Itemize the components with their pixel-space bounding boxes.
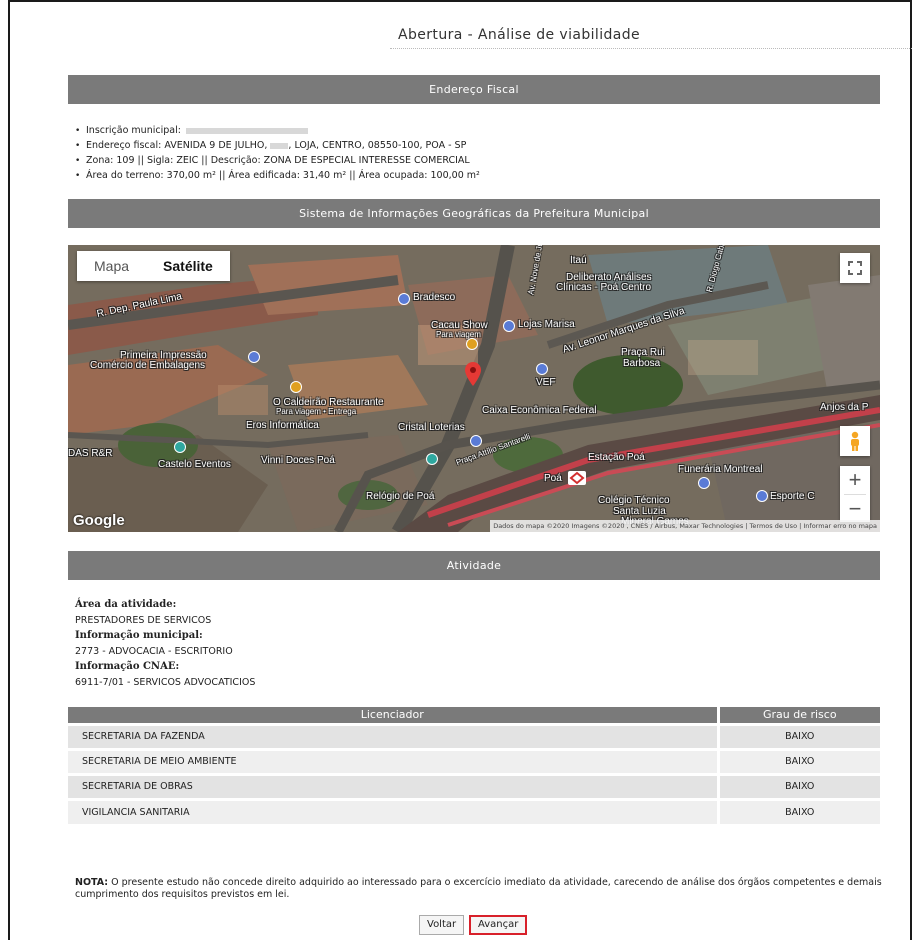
shop-marker-icon[interactable]: [248, 351, 260, 363]
restaurant-marker-icon[interactable]: [466, 338, 478, 350]
lottery-marker-icon[interactable]: [470, 435, 482, 447]
info-cnae-value: 6911-7/01 - SERVICOS ADVOCATICIOS: [75, 676, 256, 688]
park-marker-icon[interactable]: [426, 453, 438, 465]
cell-grau-risco: BAIXO: [716, 797, 880, 824]
fullscreen-button[interactable]: [840, 253, 870, 283]
disclaimer-note: NOTA: O presente estudo não concede dire…: [75, 877, 885, 901]
event-marker-icon[interactable]: [174, 441, 186, 453]
map-label-poi: Cristal Loterias: [398, 422, 465, 433]
cell-licenciador: SECRETARIA DA FAZENDA: [68, 722, 718, 749]
next-button[interactable]: Avançar: [469, 915, 528, 935]
street-view-button[interactable]: [840, 426, 870, 456]
train-station-icon[interactable]: [568, 471, 586, 485]
info-municipal-label: Informação municipal:: [75, 630, 203, 641]
pegman-icon: [851, 431, 859, 451]
redacted-value: [185, 127, 308, 134]
cell-licenciador: SECRETARIA DE OBRAS: [68, 772, 718, 799]
cell-grau-risco: BAIXO: [716, 747, 880, 774]
title-divider: [390, 48, 912, 49]
cell-grau-risco: BAIXO: [716, 772, 880, 799]
satellite-imagery: [68, 245, 880, 532]
cell-licenciador: VIGILANCIA SANITARIA: [68, 797, 718, 824]
location-pin-icon[interactable]: [465, 362, 481, 386]
map-label-poi: Esporte C: [770, 491, 815, 502]
info-municipal-value: 2773 - ADVOCACIA - ESCRITORIO: [75, 645, 233, 657]
table-row: SECRETARIA DE OBRAS BAIXO: [68, 772, 880, 799]
table-row: VIGILANCIA SANITARIA BAIXO: [68, 797, 880, 824]
info-cnae-label: Informação CNAE:: [75, 661, 180, 672]
column-header-licenciador: Licenciador: [68, 707, 718, 724]
zoom-in-button[interactable]: +: [840, 466, 870, 494]
table-row: SECRETARIA DA FAZENDA BAIXO: [68, 722, 880, 749]
redacted-value: [270, 142, 289, 149]
list-item-inscricao: Inscrição municipal:: [75, 123, 480, 138]
area-atividade-value: PRESTADORES DE SERVICOS: [75, 614, 212, 626]
map-label-poi: Lojas Marisa: [518, 319, 575, 330]
list-item-endereco: Endereço fiscal: AVENIDA 9 DE JULHO, , L…: [75, 138, 480, 153]
map-label-poi: Itaú: [570, 255, 587, 266]
licensing-table: Licenciador Grau de risco SECRETARIA DA …: [68, 707, 880, 824]
map-label-poi: Relógio de Poá: [366, 491, 435, 502]
area-atividade-label: Área da atividade:: [75, 599, 177, 610]
section-header-endereco-fiscal: Endereço Fiscal: [68, 75, 880, 104]
map-label-poi: Eros Informática: [246, 420, 319, 431]
section-header-sig: Sistema de Informações Geográficas da Pr…: [68, 199, 880, 228]
restaurant-marker-icon[interactable]: [290, 381, 302, 393]
shop-marker-icon[interactable]: [503, 320, 515, 332]
shop-marker-icon[interactable]: [536, 363, 548, 375]
column-header-grau-risco: Grau de risco: [716, 707, 880, 724]
google-logo: Google: [73, 512, 125, 529]
table-row: SECRETARIA DE MEIO AMBIENTE BAIXO: [68, 747, 880, 774]
cell-grau-risco: BAIXO: [716, 722, 880, 749]
map-label-poi: Bradesco: [413, 292, 456, 303]
map-label-poi: DAS R&R: [68, 448, 113, 459]
map-label-poi: Comércio de Embalagens: [90, 360, 206, 371]
fullscreen-icon: [848, 261, 862, 275]
list-item-area: Área do terreno: 370,00 m² || Área edifi…: [75, 168, 480, 183]
map-type-map-button[interactable]: Mapa: [77, 251, 146, 281]
map-label-poi: Clínicas - Poá Centro: [556, 282, 652, 293]
map-label-poi: Castelo Eventos: [158, 459, 231, 470]
page-title: Abertura - Análise de viabilidade: [398, 27, 641, 43]
map-view[interactable]: R. Dep. Paula Lima Primeira Impressão Co…: [68, 245, 880, 532]
back-button[interactable]: Voltar: [419, 915, 465, 935]
cell-licenciador: SECRETARIA DE MEIO AMBIENTE: [68, 747, 718, 774]
map-type-satellite-button[interactable]: Satélite: [146, 251, 230, 281]
map-label-poi-sub: Para viagem • Entrega: [276, 407, 357, 416]
activity-info: Área da atividade: PRESTADORES DE SERVIC…: [75, 597, 255, 690]
map-label-poi: Poá: [544, 473, 562, 484]
zoom-control: + −: [840, 466, 870, 522]
map-label-poi: Colégio Técnico: [598, 495, 670, 506]
zoom-out-button[interactable]: −: [840, 495, 870, 522]
shop-marker-icon[interactable]: [756, 490, 768, 502]
list-item-zona: Zona: 109 || Sigla: ZEIC || Descrição: Z…: [75, 153, 480, 168]
note-label: NOTA:: [75, 877, 109, 888]
map-label-poi: VEF: [536, 377, 556, 388]
table-header-row: Licenciador Grau de risco: [68, 707, 880, 724]
map-label-poi: Caixa Econômica Federal: [482, 405, 597, 416]
map-type-toggle: Mapa Satélite: [77, 251, 230, 281]
shop-marker-icon[interactable]: [698, 477, 710, 489]
map-label-poi: Estação Poá: [588, 452, 645, 463]
note-text: O presente estudo não concede direito ad…: [75, 877, 882, 900]
map-attribution[interactable]: Dados do mapa ©2020 Imagens ©2020 , CNES…: [490, 520, 880, 532]
fiscal-info-list: Inscrição municipal: Endereço fiscal: AV…: [75, 123, 480, 183]
map-label-poi: Vinni Doces Poá: [261, 455, 335, 466]
map-label-poi: Funerária Montreal: [678, 464, 763, 475]
bank-marker-icon[interactable]: [398, 293, 410, 305]
map-label-poi: Anjos da P: [820, 402, 869, 413]
map-label-poi: Praça Rui: [621, 347, 665, 358]
map-label-poi: Barbosa: [623, 358, 661, 369]
section-header-atividade: Atividade: [68, 551, 880, 580]
